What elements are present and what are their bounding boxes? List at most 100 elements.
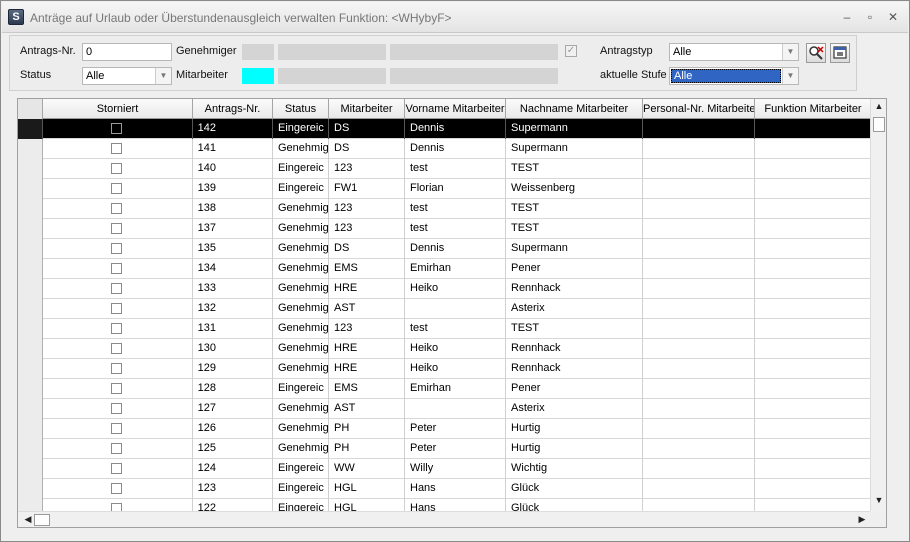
cell-mitarbeiter[interactable]: HGL xyxy=(329,479,405,499)
cell-funktion[interactable] xyxy=(755,299,872,319)
cell-mitarbeiter[interactable]: PH xyxy=(329,419,405,439)
column-header-status[interactable]: Status xyxy=(273,99,329,119)
cell-nachname[interactable]: Asterix xyxy=(506,299,643,319)
cell-antrags-nr[interactable]: 138 xyxy=(193,199,273,219)
scroll-down-arrow-icon[interactable]: ▼ xyxy=(871,495,886,505)
cell-vorname[interactable]: Heiko xyxy=(405,359,506,379)
row-selector[interactable] xyxy=(18,439,43,459)
storniert-checkbox[interactable] xyxy=(111,223,122,234)
cell-nachname[interactable]: Supermann xyxy=(506,139,643,159)
cell-status[interactable]: Eingereic xyxy=(273,379,329,399)
cell-personal-nr[interactable] xyxy=(643,259,755,279)
table-row[interactable]: 129 Genehmig HRE Heiko Rennhack xyxy=(18,359,872,379)
cell-antrags-nr[interactable]: 137 xyxy=(193,219,273,239)
export-button[interactable] xyxy=(830,43,850,63)
row-selector[interactable] xyxy=(18,479,43,499)
storniert-checkbox[interactable] xyxy=(111,303,122,314)
cell-status[interactable]: Genehmig xyxy=(273,239,329,259)
table-row[interactable]: 126 Genehmig PH Peter Hurtig xyxy=(18,419,872,439)
storniert-checkbox[interactable] xyxy=(111,163,122,174)
table-row[interactable]: 132 Genehmig AST Asterix xyxy=(18,299,872,319)
cell-mitarbeiter[interactable]: 123 xyxy=(329,319,405,339)
storniert-checkbox[interactable] xyxy=(111,383,122,394)
cell-nachname[interactable]: Pener xyxy=(506,379,643,399)
cell-nachname[interactable]: Wichtig xyxy=(506,459,643,479)
table-row[interactable]: 128 Eingereic EMS Emirhan Pener xyxy=(18,379,872,399)
cell-funktion[interactable] xyxy=(755,459,872,479)
cell-vorname[interactable]: Emirhan xyxy=(405,259,506,279)
storniert-checkbox[interactable] xyxy=(111,483,122,494)
vertical-scrollbar[interactable]: ▲ ▼ xyxy=(870,99,886,513)
maximize-button[interactable]: ▫ xyxy=(861,9,879,25)
row-selector[interactable] xyxy=(18,459,43,479)
horizontal-scroll-thumb[interactable] xyxy=(34,514,50,526)
cell-vorname[interactable] xyxy=(405,399,506,419)
column-header-mitarbeiter[interactable]: Mitarbeiter xyxy=(329,99,405,119)
column-header-storniert[interactable]: Storniert xyxy=(43,99,193,119)
cell-antrags-nr[interactable]: 140 xyxy=(193,159,273,179)
storniert-checkbox[interactable] xyxy=(111,243,122,254)
cell-antrags-nr[interactable]: 130 xyxy=(193,339,273,359)
cell-antrags-nr[interactable]: 132 xyxy=(193,299,273,319)
chevron-down-icon[interactable]: ▼ xyxy=(782,68,798,84)
cell-vorname[interactable]: Dennis xyxy=(405,119,506,139)
row-selector[interactable] xyxy=(18,379,43,399)
cell-nachname[interactable]: Hurtig xyxy=(506,419,643,439)
cell-mitarbeiter[interactable]: HRE xyxy=(329,359,405,379)
cell-antrags-nr[interactable]: 123 xyxy=(193,479,273,499)
cell-personal-nr[interactable] xyxy=(643,319,755,339)
cell-personal-nr[interactable] xyxy=(643,419,755,439)
cell-personal-nr[interactable] xyxy=(643,159,755,179)
cell-funktion[interactable] xyxy=(755,179,872,199)
scroll-right-arrow-icon[interactable]: ▶ xyxy=(854,514,870,525)
cell-nachname[interactable]: TEST xyxy=(506,199,643,219)
cell-nachname[interactable]: Asterix xyxy=(506,399,643,419)
cell-personal-nr[interactable] xyxy=(643,219,755,239)
cell-antrags-nr[interactable]: 128 xyxy=(193,379,273,399)
cell-mitarbeiter[interactable]: 123 xyxy=(329,159,405,179)
minimize-button[interactable]: – xyxy=(838,9,856,25)
cell-personal-nr[interactable] xyxy=(643,479,755,499)
cell-status[interactable]: Eingereic xyxy=(273,459,329,479)
row-selector[interactable] xyxy=(18,299,43,319)
table-row[interactable]: 138 Genehmig 123 test TEST xyxy=(18,199,872,219)
cell-antrags-nr[interactable]: 127 xyxy=(193,399,273,419)
cell-status[interactable]: Genehmig xyxy=(273,399,329,419)
cell-antrags-nr[interactable]: 139 xyxy=(193,179,273,199)
table-row[interactable]: 124 Eingereic WW Willy Wichtig xyxy=(18,459,872,479)
column-header-vorname[interactable]: Vorname Mitarbeiter xyxy=(405,99,506,119)
cell-personal-nr[interactable] xyxy=(643,239,755,259)
cell-vorname[interactable]: test xyxy=(405,219,506,239)
cell-mitarbeiter[interactable]: HRE xyxy=(329,279,405,299)
table-row[interactable]: 134 Genehmig EMS Emirhan Pener xyxy=(18,259,872,279)
cell-status[interactable]: Eingereic xyxy=(273,479,329,499)
column-header-personal-nr[interactable]: Personal-Nr. Mitarbeiter xyxy=(643,99,755,119)
storniert-checkbox[interactable] xyxy=(111,443,122,454)
cell-vorname[interactable]: Dennis xyxy=(405,239,506,259)
cell-status[interactable]: Genehmig xyxy=(273,359,329,379)
cell-funktion[interactable] xyxy=(755,199,872,219)
row-selector[interactable] xyxy=(18,359,43,379)
cell-vorname[interactable]: Emirhan xyxy=(405,379,506,399)
table-row[interactable]: 130 Genehmig HRE Heiko Rennhack xyxy=(18,339,872,359)
row-selector[interactable] xyxy=(18,319,43,339)
cell-vorname[interactable]: Peter xyxy=(405,439,506,459)
cell-status[interactable]: Genehmig xyxy=(273,279,329,299)
cell-vorname[interactable]: test xyxy=(405,199,506,219)
storniert-checkbox[interactable] xyxy=(111,263,122,274)
cell-antrags-nr[interactable]: 126 xyxy=(193,419,273,439)
cell-personal-nr[interactable] xyxy=(643,299,755,319)
cell-mitarbeiter[interactable]: HRE xyxy=(329,339,405,359)
table-row[interactable]: 141 Genehmig DS Dennis Supermann xyxy=(18,139,872,159)
vertical-scroll-thumb[interactable] xyxy=(873,117,885,132)
row-selector[interactable] xyxy=(18,419,43,439)
cell-funktion[interactable] xyxy=(755,219,872,239)
storniert-checkbox[interactable] xyxy=(111,463,122,474)
cell-mitarbeiter[interactable]: EMS xyxy=(329,379,405,399)
cell-vorname[interactable]: Peter xyxy=(405,419,506,439)
cell-funktion[interactable] xyxy=(755,439,872,459)
cell-vorname[interactable]: test xyxy=(405,159,506,179)
cell-mitarbeiter[interactable]: AST xyxy=(329,299,405,319)
cell-funktion[interactable] xyxy=(755,159,872,179)
table-row[interactable]: 131 Genehmig 123 test TEST xyxy=(18,319,872,339)
